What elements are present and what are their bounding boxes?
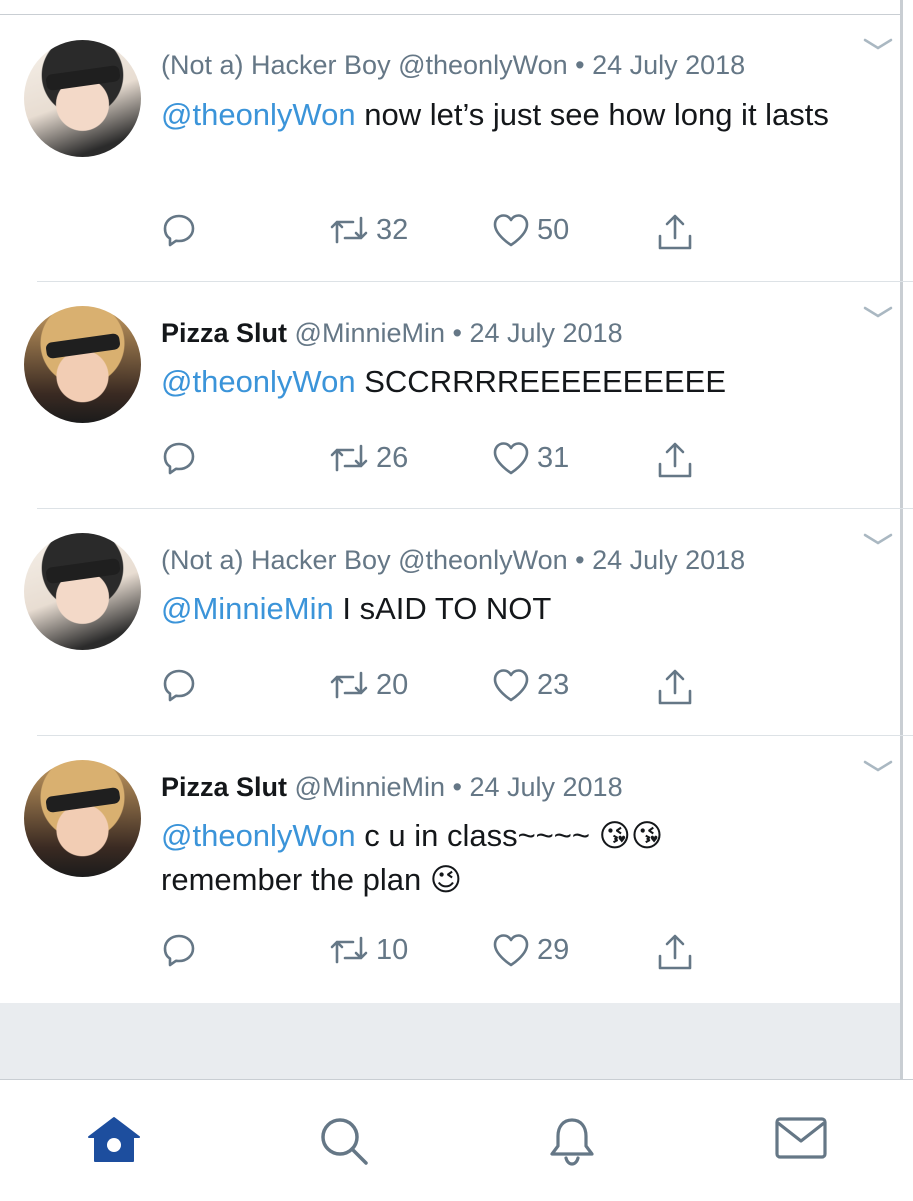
avatar[interactable] <box>24 760 141 877</box>
retweet-count: 20 <box>376 668 409 701</box>
messages-icon <box>775 1117 827 1159</box>
timestamp: • 24 July 2018 <box>575 545 746 575</box>
avatar[interactable] <box>24 306 141 423</box>
retweet-icon <box>330 216 368 244</box>
mention-link[interactable]: @theonlyWon <box>161 818 356 853</box>
tweet-body: I sAID TO NOT <box>333 591 552 626</box>
heart-icon <box>493 669 529 702</box>
retweet-icon <box>330 936 368 964</box>
display-name[interactable]: (Not a) Hacker Boy <box>161 545 391 575</box>
display-name[interactable]: Pizza Slut <box>161 318 287 348</box>
timestamp: • 24 July 2018 <box>452 318 623 348</box>
tweet-actions: 20 23 <box>161 667 721 707</box>
mention-link[interactable]: @theonlyWon <box>161 364 356 399</box>
chevron-down-icon[interactable] <box>862 529 894 549</box>
tweet-header: Pizza Slut @MinnieMin • 24 July 2018 <box>161 772 623 803</box>
reply-icon <box>163 442 195 475</box>
like-count: 29 <box>537 933 570 966</box>
heart-icon <box>493 442 529 475</box>
reply-icon <box>163 934 195 967</box>
timestamp: • 24 July 2018 <box>452 772 623 802</box>
retweet-button[interactable]: 20 <box>328 667 408 703</box>
share-icon <box>658 442 692 478</box>
tweet-text: @theonlyWon now let’s just see how long … <box>161 93 881 137</box>
retweet-count: 32 <box>376 213 409 246</box>
avatar[interactable] <box>24 533 141 650</box>
tab-home[interactable] <box>86 1115 142 1170</box>
handle[interactable]: @MinnieMin <box>295 318 445 348</box>
tab-notifications[interactable] <box>545 1115 599 1174</box>
heart-icon <box>493 934 529 967</box>
retweet-count: 10 <box>376 933 409 966</box>
tweet-text: @theonlyWon SCCRRRREEEEEEEEEE <box>161 360 881 404</box>
scrollbar[interactable] <box>900 0 913 1080</box>
chevron-down-icon[interactable] <box>862 34 894 54</box>
chevron-down-icon[interactable] <box>862 756 894 776</box>
search-icon <box>321 1118 368 1165</box>
share-button[interactable] <box>655 212 695 252</box>
tab-bar <box>0 1079 913 1201</box>
tweet-header: Pizza Slut @MinnieMin • 24 July 2018 <box>161 318 623 349</box>
tweet-header: (Not a) Hacker Boy @theonlyWon • 24 July… <box>161 50 745 81</box>
tweet[interactable]: (Not a) Hacker Boy @theonlyWon • 24 July… <box>0 0 900 282</box>
like-count: 23 <box>537 668 570 701</box>
share-icon <box>658 934 692 970</box>
heart-icon <box>493 214 529 247</box>
reply-button[interactable] <box>161 932 197 968</box>
tweet-text: @MinnieMin I sAID TO NOT <box>161 587 881 631</box>
retweet-button[interactable]: 26 <box>328 440 408 476</box>
like-button[interactable]: 29 <box>491 932 569 968</box>
display-name[interactable]: Pizza Slut <box>161 772 287 802</box>
tweet-body: now let’s just see how long it lasts <box>355 97 829 132</box>
like-button[interactable]: 31 <box>491 440 569 476</box>
tweet[interactable]: (Not a) Hacker Boy @theonlyWon • 24 July… <box>0 509 900 736</box>
tweet-body: SCCRRRREEEEEEEEEE <box>355 364 727 399</box>
reply-button[interactable] <box>161 440 197 476</box>
home-icon <box>88 1117 140 1162</box>
tweet-actions: 32 50 <box>161 212 721 252</box>
tab-messages[interactable] <box>774 1115 828 1166</box>
reply-button[interactable] <box>161 667 197 703</box>
tweet[interactable]: Pizza Slut @MinnieMin • 24 July 2018 @th… <box>0 736 900 1003</box>
retweet-button[interactable]: 10 <box>328 932 408 968</box>
share-button[interactable] <box>655 932 695 972</box>
timeline-footer <box>0 1003 900 1079</box>
tab-search[interactable] <box>318 1115 370 1172</box>
tweet-actions: 10 29 <box>161 932 721 972</box>
like-button[interactable]: 50 <box>491 212 569 248</box>
tweet[interactable]: Pizza Slut @MinnieMin • 24 July 2018 @th… <box>0 282 900 509</box>
retweet-button[interactable]: 32 <box>328 212 408 248</box>
chevron-down-icon[interactable] <box>862 302 894 322</box>
display-name[interactable]: (Not a) Hacker Boy <box>161 50 391 80</box>
like-button[interactable]: 23 <box>491 667 569 703</box>
reply-icon <box>163 669 195 702</box>
retweet-icon <box>330 671 368 699</box>
reply-icon <box>163 214 195 247</box>
reply-button[interactable] <box>161 212 197 248</box>
share-icon <box>658 669 692 705</box>
mention-link[interactable]: @MinnieMin <box>161 591 334 626</box>
avatar[interactable] <box>24 40 141 157</box>
notifications-icon <box>550 1118 594 1166</box>
like-count: 31 <box>537 441 570 474</box>
tweet-header: (Not a) Hacker Boy @theonlyWon • 24 July… <box>161 545 745 576</box>
retweet-icon <box>330 444 368 472</box>
tweet-actions: 26 31 <box>161 440 721 480</box>
retweet-count: 26 <box>376 441 409 474</box>
mention-link[interactable]: @theonlyWon <box>161 97 356 132</box>
handle[interactable]: @theonlyWon <box>398 50 568 80</box>
handle[interactable]: @theonlyWon <box>398 545 568 575</box>
handle[interactable]: @MinnieMin <box>295 772 445 802</box>
tweet-text: @theonlyWon c u in class~~~~ 😘😘 remember… <box>161 814 801 902</box>
like-count: 50 <box>537 213 570 246</box>
timestamp: • 24 July 2018 <box>575 50 746 80</box>
share-button[interactable] <box>655 667 695 707</box>
share-button[interactable] <box>655 440 695 480</box>
share-icon <box>658 214 692 250</box>
